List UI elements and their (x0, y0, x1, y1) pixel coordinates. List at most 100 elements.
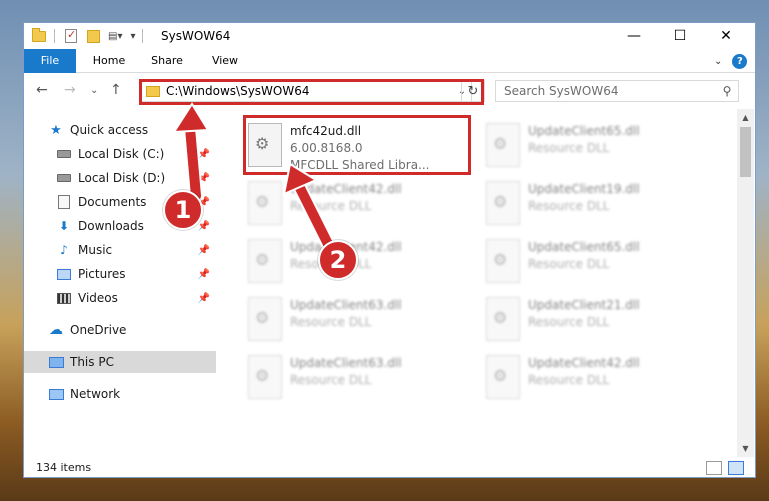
dll-file-icon: ⚙ (248, 355, 282, 399)
file-item[interactable]: ⚙ UpdateClient65.dll Resource DLL (482, 233, 712, 291)
details-view-icon[interactable] (706, 461, 722, 475)
document-icon (56, 195, 72, 209)
folder-icon (146, 85, 160, 97)
sidebar-item-label: OneDrive (70, 323, 127, 337)
expand-ribbon-icon[interactable]: ⌄ (714, 56, 722, 67)
sidebar-item-label: This PC (70, 355, 114, 369)
pin-icon[interactable]: 📌 (198, 269, 210, 280)
ribbon-tabs: File Home Share View ⌄ ? (24, 49, 755, 73)
status-bar: 134 items (24, 457, 755, 477)
sidebar-item-local-disk-d[interactable]: Local Disk (D:) 📌 (24, 167, 216, 189)
search-box[interactable]: ⚲ (495, 80, 739, 102)
scroll-down-icon[interactable]: ▼ (737, 440, 754, 457)
recent-locations-icon[interactable]: ⌄ (90, 85, 98, 96)
scrollbar-thumb[interactable] (740, 127, 751, 177)
file-item[interactable]: ⚙ UpdateClient42.dll Resource DLL (482, 349, 712, 407)
maximize-button[interactable]: ☐ (657, 23, 703, 49)
file-explorer-window: ▤▾ ▾ SysWOW64 — ☐ ✕ File Home Share View… (23, 22, 756, 478)
address-bar[interactable]: C:\Windows\SysWOW64 ⌄ (141, 80, 472, 102)
file-description: Resource DLL (528, 199, 610, 213)
dll-file-icon: ⚙ (248, 181, 282, 225)
vertical-scrollbar[interactable]: ▲ ▼ (737, 109, 754, 457)
file-item[interactable]: ⚙ UpdateClient63.dll Resource DLL (244, 349, 474, 407)
back-arrow-icon[interactable]: ← (36, 82, 48, 98)
large-icons-view-icon[interactable] (728, 461, 744, 475)
file-item[interactable]: ⚙ UpdateClient19.dll Resource DLL (482, 175, 712, 233)
step-1-badge: 1 (163, 190, 203, 230)
search-input[interactable] (496, 84, 716, 98)
tab-view[interactable]: View (202, 49, 248, 73)
cloud-icon: ☁ (49, 322, 63, 338)
disk-icon (56, 171, 72, 185)
sidebar-item-onedrive[interactable]: ☁ OneDrive (24, 319, 216, 341)
scroll-up-icon[interactable]: ▲ (737, 109, 754, 126)
tab-file[interactable]: File (24, 49, 76, 73)
pin-icon[interactable]: 📌 (198, 293, 210, 304)
sidebar-item-this-pc[interactable]: This PC (24, 351, 216, 373)
refresh-icon[interactable]: ↻ (461, 80, 485, 102)
pin-icon[interactable]: 📌 (198, 245, 210, 256)
file-description: Resource DLL (528, 257, 610, 271)
navigation-pane: ★ Quick access Local Disk (C:) 📌 Local D… (24, 109, 216, 457)
star-icon: ★ (50, 122, 62, 138)
file-description: Resource DLL (290, 199, 372, 213)
properties-icon[interactable] (65, 28, 77, 43)
sidebar-item-label: Local Disk (C:) (78, 147, 165, 161)
sidebar-item-label: Music (78, 243, 113, 257)
file-item[interactable]: ⚙ UpdateClient63.dll Resource DLL (244, 291, 474, 349)
file-description: MFCDLL Shared Libra... (290, 158, 430, 172)
film-icon (56, 291, 72, 305)
new-folder-icon[interactable] (87, 29, 100, 43)
sidebar-item-label: Local Disk (D:) (78, 171, 166, 185)
pin-icon[interactable]: 📌 (198, 149, 210, 160)
address-path[interactable]: C:\Windows\SysWOW64 (166, 84, 453, 98)
sidebar-item-label: Network (70, 387, 121, 401)
file-item-mfc42ud[interactable]: ⚙ mfc42ud.dll 6.00.8168.0 MFCDLL Shared … (244, 117, 474, 175)
separator (54, 29, 55, 43)
file-item[interactable]: ⚙ UpdateClient42.dll Resource DLL (244, 175, 474, 233)
file-item[interactable]: ⚙ UpdateClient42.dllResource DLL (244, 233, 474, 291)
search-icon[interactable]: ⚲ (716, 84, 738, 98)
sidebar-item-music[interactable]: ♪ Music 📌 (24, 239, 216, 261)
file-description: Resource DLL (528, 141, 610, 155)
dll-file-icon: ⚙ (248, 239, 282, 283)
pin-icon[interactable]: 📌 (198, 173, 210, 184)
tab-share[interactable]: Share (142, 49, 192, 73)
title-bar: ▤▾ ▾ SysWOW64 — ☐ ✕ (24, 23, 755, 49)
file-item[interactable]: ⚙ UpdateClient21.dll Resource DLL (482, 291, 712, 349)
file-version: 6.00.8168.0 (290, 141, 363, 155)
picture-icon (56, 267, 72, 281)
sidebar-item-pictures[interactable]: Pictures 📌 (24, 263, 216, 285)
file-description: Resource DLL (528, 315, 610, 329)
sidebar-item-quick-access[interactable]: ★ Quick access (24, 119, 216, 141)
sidebar-item-local-disk-c[interactable]: Local Disk (C:) 📌 (24, 143, 216, 165)
sidebar-item-label: Downloads (78, 219, 144, 233)
dll-file-icon: ⚙ (248, 123, 282, 167)
separator (141, 29, 143, 43)
sidebar-item-network[interactable]: Network (24, 383, 216, 405)
file-name: UpdateClient19.dll (528, 182, 640, 196)
minimize-button[interactable]: — (611, 23, 657, 49)
toolbar-dropdown-icon[interactable]: ▾ (130, 31, 135, 42)
pin-icon[interactable]: 📌 (198, 221, 210, 232)
close-button[interactable]: ✕ (703, 23, 749, 49)
file-name: UpdateClient42.dll (528, 356, 640, 370)
tab-home[interactable]: Home (84, 49, 134, 73)
dll-file-icon: ⚙ (486, 355, 520, 399)
sidebar-item-label: Pictures (78, 267, 126, 281)
file-list: ⚙ mfc42ud.dll 6.00.8168.0 MFCDLL Shared … (224, 109, 737, 457)
file-description: Resource DLL (290, 315, 372, 329)
sidebar-item-videos[interactable]: Videos 📌 (24, 287, 216, 309)
download-arrow-icon: ⬇ (58, 219, 70, 233)
sidebar-item-label: Videos (78, 291, 118, 305)
help-icon[interactable]: ? (732, 53, 748, 69)
dll-file-icon: ⚙ (486, 123, 520, 167)
step-2-badge: 2 (318, 240, 358, 280)
file-description: Resource DLL (528, 373, 610, 387)
customize-toolbar-icon[interactable]: ▤▾ (108, 31, 122, 42)
file-name: UpdateClient42.dll (290, 182, 402, 196)
forward-arrow-icon[interactable]: → (64, 82, 76, 98)
file-description: Resource DLL (290, 373, 372, 387)
up-arrow-icon[interactable]: ↑ (110, 82, 122, 98)
file-item[interactable]: ⚙ UpdateClient65.dll Resource DLL (482, 117, 712, 175)
